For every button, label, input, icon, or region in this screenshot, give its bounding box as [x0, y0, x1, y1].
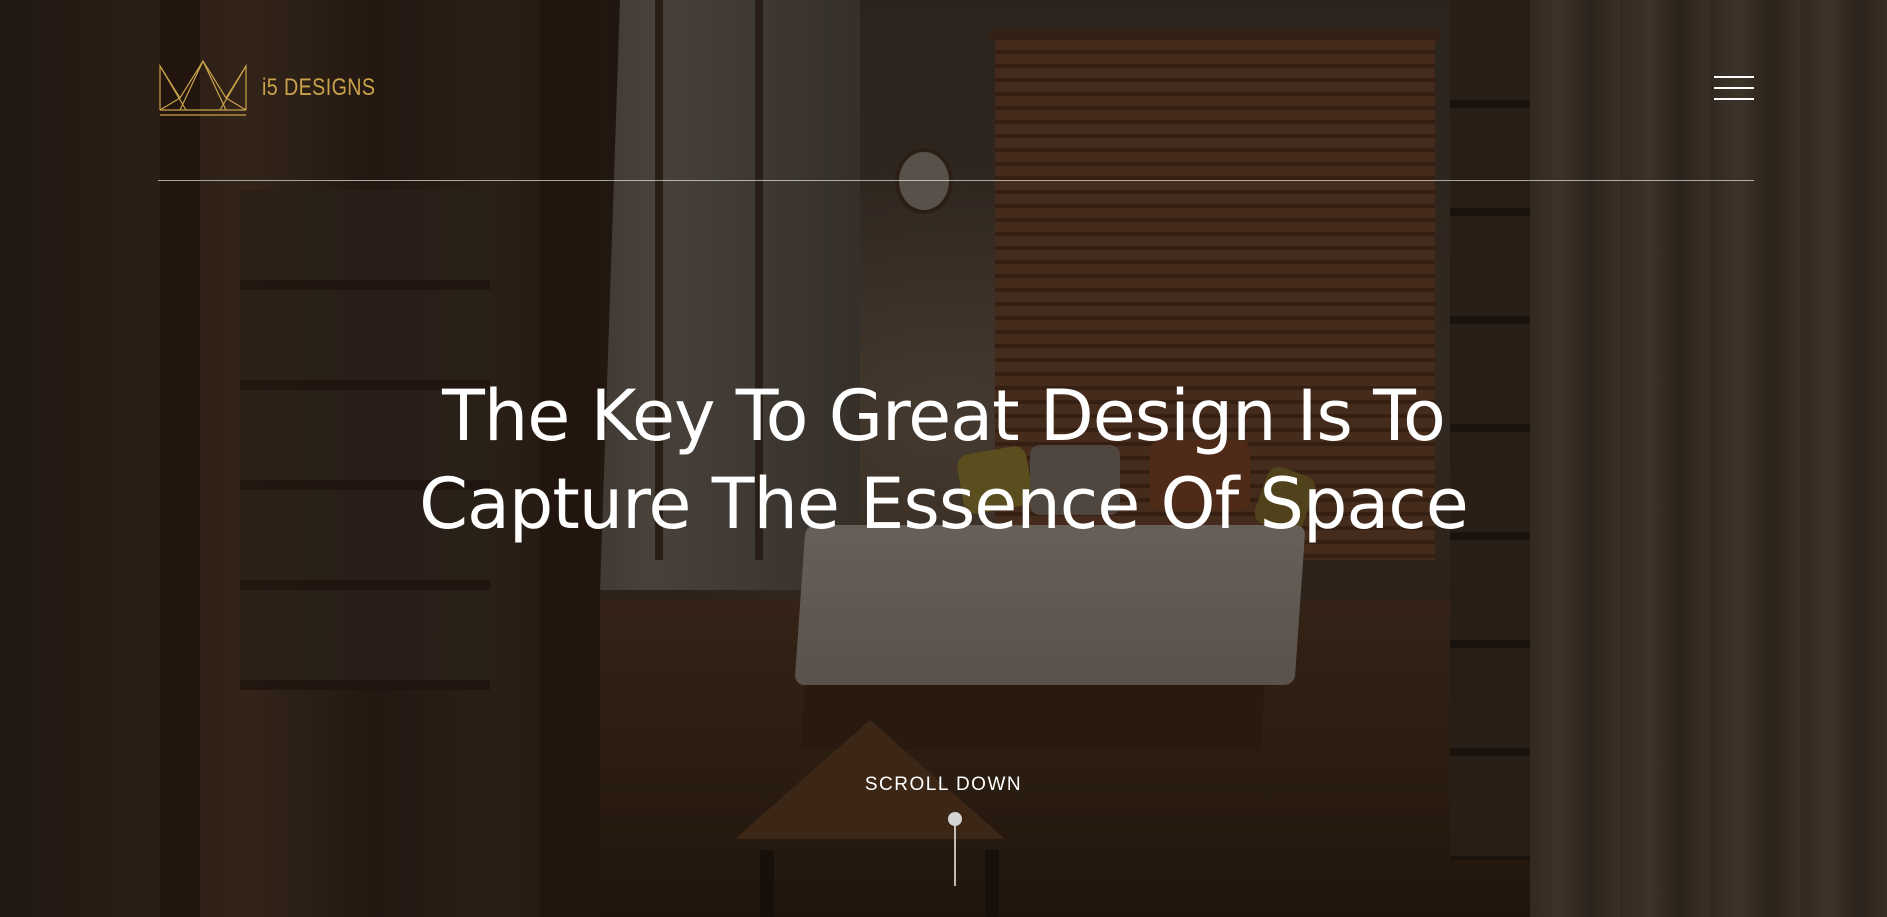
headline-line-2: Capture The Essence Of Space: [419, 463, 1469, 545]
site-header: i5 DESIGNS: [158, 58, 1754, 182]
scroll-down[interactable]: SCROLL DOWN: [0, 774, 1887, 796]
crown-icon: [159, 59, 247, 116]
header-divider: [158, 180, 1754, 181]
logo-text: i5 DESIGNS: [262, 74, 376, 101]
scroll-indicator-dot: [948, 812, 962, 826]
hero-headline: The Key To Great Design Is To Capture Th…: [0, 372, 1887, 548]
hamburger-menu-icon[interactable]: [1714, 74, 1754, 102]
logo-link[interactable]: i5 DESIGNS: [158, 58, 400, 118]
scroll-indicator-line: [954, 826, 956, 886]
headline-line-1: The Key To Great Design Is To: [442, 375, 1446, 457]
hero-section: i5 DESIGNS The Key To Great Design Is To…: [0, 0, 1887, 917]
scroll-down-label[interactable]: SCROLL DOWN: [865, 774, 1022, 795]
